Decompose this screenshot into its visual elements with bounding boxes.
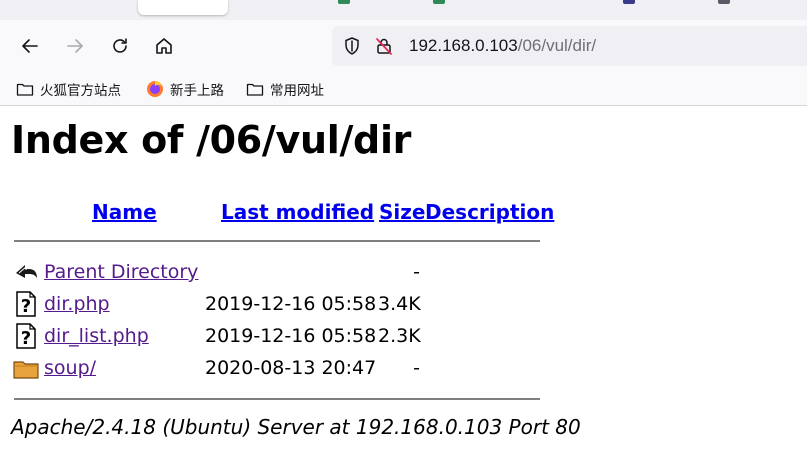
server-signature: Apache/2.4.18 (Ubuntu) Server at 192.168… (11, 415, 581, 439)
unknown-file-icon: ? (13, 291, 39, 317)
folder-icon (16, 81, 34, 97)
tab-strip (0, 0, 807, 20)
file-link-parent-directory[interactable]: Parent Directory (44, 261, 198, 283)
url-path: /06/vul/dir/ (517, 36, 597, 55)
page-content: Index of /06/vul/dir Name Last modified … (0, 106, 807, 449)
bookmark-item[interactable]: 火狐官方站点 (16, 79, 121, 99)
forward-button[interactable] (61, 32, 89, 60)
table-row: ? dir_list.php 2019-12-16 05:58 2.3K (0, 322, 807, 352)
reload-icon (113, 38, 127, 53)
bookmarks-toolbar: 火狐官方站点 新手上路 常用网址 (0, 72, 807, 106)
folder-icon (246, 81, 264, 97)
folder-icon (13, 355, 39, 381)
insecure-lock-icon[interactable] (374, 36, 394, 60)
column-header-name[interactable]: Name (92, 200, 157, 224)
table-row: soup/ 2020-08-13 20:47 - (0, 354, 807, 384)
home-icon (156, 38, 172, 54)
forward-arrow-icon (67, 39, 83, 53)
firefox-icon (146, 80, 164, 98)
table-row: ? dir.php 2019-12-16 05:58 3.4K (0, 290, 807, 320)
bookmark-label: 新手上路 (170, 83, 224, 99)
file-size: 3.4K (378, 293, 421, 315)
home-button[interactable] (150, 32, 178, 60)
bookmark-label: 火狐官方站点 (40, 83, 121, 99)
column-header-size[interactable]: Size (379, 200, 425, 224)
tab-icon[interactable] (433, 0, 445, 4)
file-size: - (413, 357, 420, 379)
tab-icon[interactable] (338, 0, 350, 4)
svg-text:?: ? (21, 328, 31, 349)
active-tab[interactable] (138, 0, 228, 15)
back-arrow-icon (13, 259, 39, 285)
address-bar[interactable]: 192.168.0.103/06/vul/dir/ (332, 26, 807, 66)
back-button[interactable] (16, 32, 44, 60)
column-header-description[interactable]: Description (425, 200, 554, 224)
navigation-toolbar: 192.168.0.103/06/vul/dir/ (0, 20, 807, 72)
unknown-file-icon: ? (13, 323, 39, 349)
modified-date: 2019-12-16 05:58 (205, 325, 377, 347)
header-divider (14, 240, 540, 242)
tab-icon[interactable] (718, 0, 730, 4)
modified-date: 2020-08-13 20:47 (205, 357, 377, 379)
table-row: Parent Directory - (0, 258, 807, 288)
file-size: - (413, 261, 420, 283)
file-link[interactable]: dir.php (44, 293, 110, 315)
file-link[interactable]: dir_list.php (44, 325, 149, 347)
reload-button[interactable] (106, 32, 134, 60)
shield-icon[interactable] (342, 36, 362, 60)
bookmark-label: 常用网址 (270, 83, 324, 99)
svg-text:?: ? (21, 296, 31, 317)
bookmark-item[interactable]: 常用网址 (246, 79, 324, 99)
folder-link[interactable]: soup/ (44, 357, 96, 379)
bookmark-item[interactable]: 新手上路 (146, 79, 224, 99)
back-arrow-icon (22, 39, 38, 53)
file-size: 2.3K (378, 325, 421, 347)
tab-icon[interactable] (623, 0, 635, 4)
url-host: 192.168.0.103 (409, 36, 518, 55)
url-text[interactable]: 192.168.0.103/06/vul/dir/ (409, 36, 596, 56)
modified-date: 2019-12-16 05:58 (205, 293, 377, 315)
footer-divider (14, 398, 540, 400)
page-title: Index of /06/vul/dir (11, 118, 412, 162)
column-header-last-modified[interactable]: Last modified (221, 200, 374, 224)
